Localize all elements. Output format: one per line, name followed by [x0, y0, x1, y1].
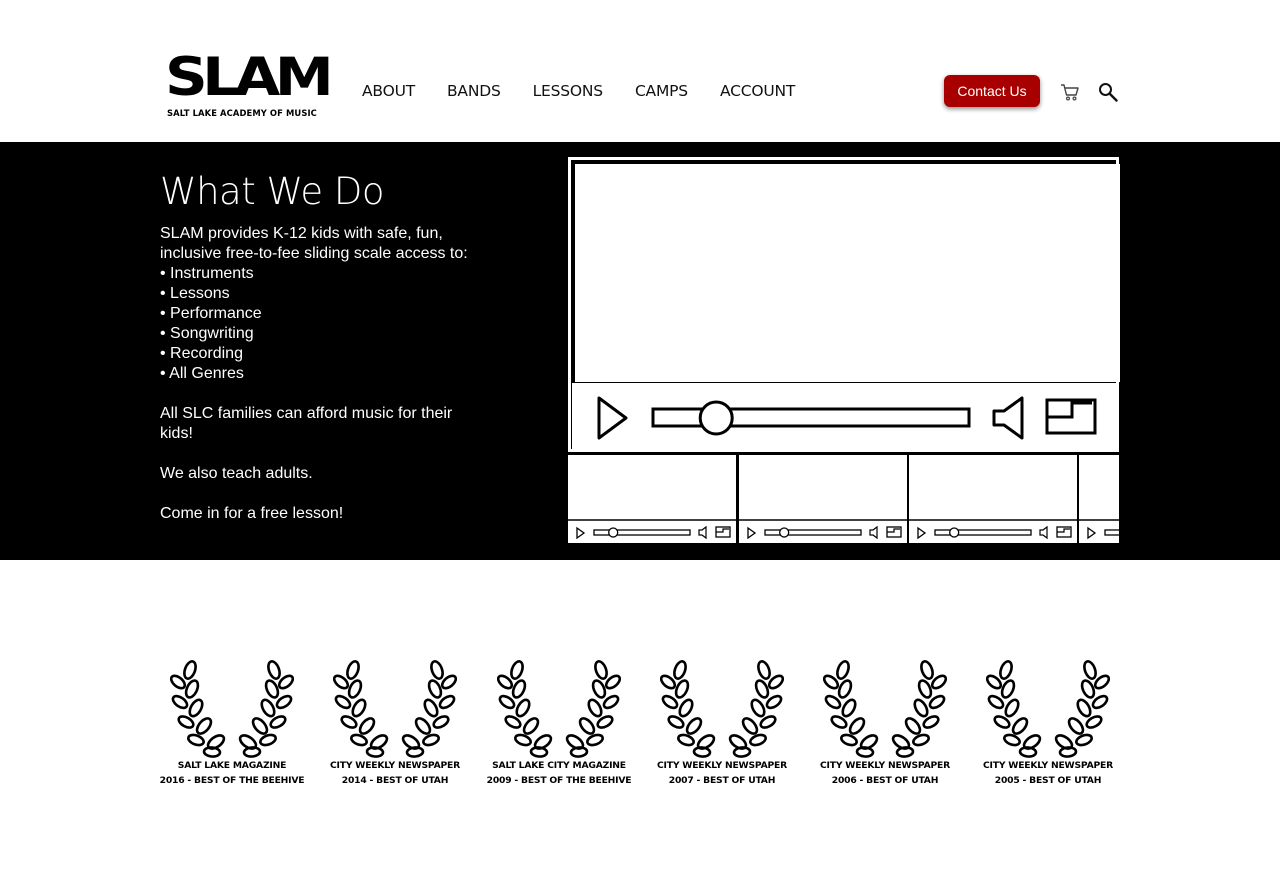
- video-thumbnail[interactable]: [909, 455, 1077, 543]
- laurel-wreath-icon: [660, 658, 784, 758]
- volume-icon[interactable]: [992, 396, 1024, 440]
- copy-line: • All Genres: [160, 365, 244, 382]
- award-title: 2006 - BEST OF UTAH: [831, 775, 939, 786]
- award-title: 2009 - BEST OF THE BEEHIVE: [486, 775, 632, 786]
- copy-line: • Songwriting: [160, 325, 254, 342]
- nav-item-lessons[interactable]: LESSONS: [533, 82, 604, 100]
- award-item: SALT LAKE MAGAZINE 2016 - BEST OF THE BE…: [150, 658, 314, 788]
- thumbnail-svg: [1079, 519, 1119, 540]
- logo-subtitle: SALT LAKE ACADEMY OF MUSIC: [167, 108, 317, 118]
- cart-icon[interactable]: [1060, 82, 1080, 102]
- main-nav: ABOUT BANDS LESSONS CAMPS ACCOUNT: [362, 82, 827, 100]
- laurel-wreath-icon: [823, 658, 947, 758]
- award-source: CITY WEEKLY NEWSPAPER: [657, 760, 787, 771]
- thumbnail-slider-knob[interactable]: [949, 527, 960, 538]
- copy-line: • Performance: [160, 305, 262, 322]
- copy-line: [160, 484, 490, 504]
- section-copy: SLAM provides K-12 kids with safe, fun, …: [160, 224, 490, 524]
- thumbnail-slider-knob[interactable]: [779, 527, 790, 538]
- video-thumbnails: [568, 455, 1119, 543]
- award-source: SALT LAKE CITY MAGAZINE: [492, 760, 626, 771]
- contact-us-button[interactable]: Contact Us: [944, 75, 1040, 107]
- copy-line: • Lessons: [160, 285, 230, 302]
- nav-item-bands[interactable]: BANDS: [447, 82, 501, 100]
- copy-line: Come in for a free lesson!: [160, 505, 344, 522]
- logo-mark: SLAM: [165, 47, 334, 108]
- award-title: 2016 - BEST OF THE BEEHIVE: [159, 775, 305, 786]
- award-item: CITY WEEKLY NEWSPAPER 2014 - BEST OF UTA…: [313, 658, 477, 788]
- award-source: CITY WEEKLY NEWSPAPER: [983, 760, 1113, 771]
- award-item: SALT LAKE CITY MAGAZINE 2009 - BEST OF T…: [477, 658, 641, 788]
- copy-line: • Recording: [160, 345, 243, 362]
- section-title: What We Do: [160, 170, 385, 213]
- copy-line: kids!: [160, 425, 193, 442]
- video-thumbnail[interactable]: [739, 455, 907, 543]
- nav-item-about[interactable]: ABOUT: [362, 82, 415, 100]
- award-source: SALT LAKE MAGAZINE: [177, 760, 287, 771]
- thumbnail-svg: [739, 519, 907, 540]
- nav-item-camps[interactable]: CAMPS: [635, 82, 688, 100]
- play-icon[interactable]: [597, 396, 628, 440]
- thumbnail-slider-knob[interactable]: [608, 527, 619, 538]
- slam-logo[interactable]: SLAM SALT LAKE ACADEMY OF MUSIC: [165, 47, 334, 122]
- laurel-wreath-icon: [333, 658, 457, 758]
- main-controls-svg: [597, 396, 1097, 440]
- copy-line: • Instruments: [160, 265, 254, 282]
- award-title: 2014 - BEST OF UTAH: [341, 775, 449, 786]
- thumbnail-svg: [909, 519, 1077, 540]
- award-item: CITY WEEKLY NEWSPAPER 2005 - BEST OF UTA…: [966, 658, 1130, 788]
- video-player: [568, 157, 1120, 543]
- award-item: CITY WEEKLY NEWSPAPER 2007 - BEST OF UTA…: [640, 658, 804, 788]
- thumbnail-svg: [568, 519, 736, 540]
- award-title: 2007 - BEST OF UTAH: [668, 775, 776, 786]
- nav-item-account[interactable]: ACCOUNT: [720, 82, 795, 100]
- video-thumbnail[interactable]: [568, 455, 736, 543]
- copy-line: [160, 384, 490, 404]
- main-video-controls: [572, 383, 1117, 451]
- laurel-wreath-icon: [170, 658, 294, 758]
- video-thumbnail[interactable]: [1079, 455, 1119, 543]
- award-source: CITY WEEKLY NEWSPAPER: [330, 760, 460, 771]
- laurel-wreath-icon: [497, 658, 621, 758]
- site-header: SLAM SALT LAKE ACADEMY OF MUSIC ABOUT BA…: [0, 0, 1280, 142]
- copy-line: [160, 444, 490, 464]
- copy-line: We also teach adults.: [160, 465, 313, 482]
- video-screen[interactable]: [575, 164, 1120, 382]
- award-title: 2005 - BEST OF UTAH: [994, 775, 1102, 786]
- search-icon[interactable]: [1098, 82, 1118, 102]
- awards-row: SALT LAKE MAGAZINE 2016 - BEST OF THE BE…: [150, 658, 1130, 798]
- copy-line: SLAM provides K-12 kids with safe, fun,: [160, 225, 443, 242]
- laurel-wreath-icon: [986, 658, 1110, 758]
- progress-slider[interactable]: [651, 400, 971, 436]
- copy-line: All SLC families can afford music for th…: [160, 405, 453, 422]
- award-item: CITY WEEKLY NEWSPAPER 2006 - BEST OF UTA…: [803, 658, 967, 788]
- slider-knob[interactable]: [698, 400, 734, 436]
- copy-line: inclusive free-to-fee sliding scale acce…: [160, 245, 468, 262]
- fullscreen-icon[interactable]: [1045, 398, 1097, 435]
- award-source: CITY WEEKLY NEWSPAPER: [820, 760, 950, 771]
